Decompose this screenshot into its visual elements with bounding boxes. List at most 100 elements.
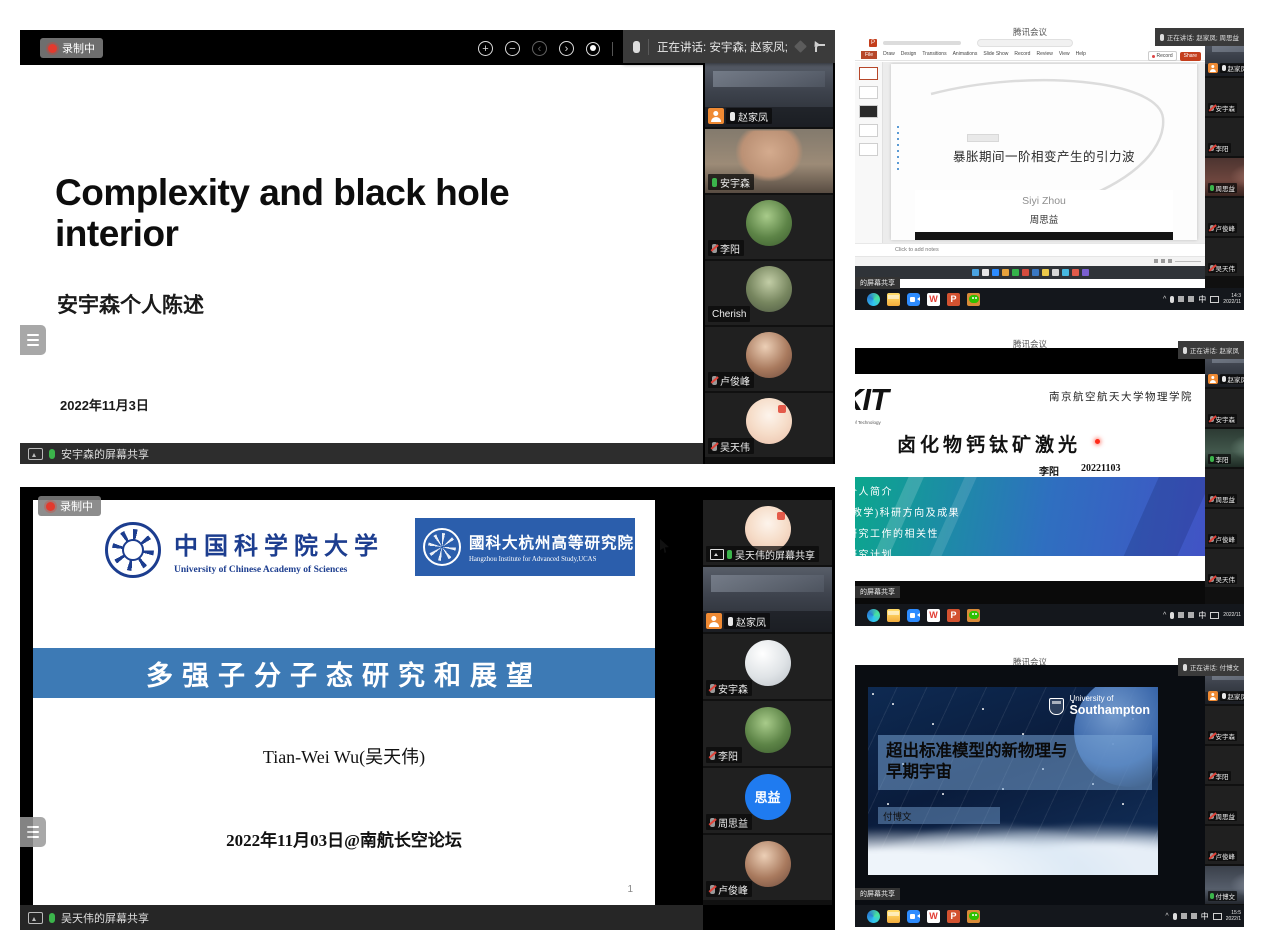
participant-tile[interactable]: 卢俊峰 bbox=[1205, 198, 1244, 236]
next-slide-icon[interactable]: › bbox=[559, 41, 574, 56]
share-button[interactable]: Share bbox=[1180, 52, 1201, 61]
wps-icon[interactable] bbox=[927, 609, 940, 622]
meeting-icon[interactable] bbox=[907, 609, 920, 622]
participant-tile[interactable]: 卢俊峰 bbox=[1205, 826, 1244, 864]
edge-icon[interactable] bbox=[867, 609, 880, 622]
slide-thumbnail[interactable] bbox=[859, 105, 878, 118]
tray-network-icon[interactable] bbox=[1178, 612, 1184, 618]
tray-volume-icon[interactable] bbox=[1188, 612, 1194, 618]
pinned-app-icon[interactable] bbox=[1082, 269, 1089, 276]
slide-thumbnail[interactable] bbox=[859, 124, 878, 137]
participant-tile[interactable]: 安宇森 bbox=[705, 129, 833, 193]
participant-tile[interactable]: 安宇森 bbox=[1205, 706, 1244, 744]
pinned-app-icon[interactable] bbox=[1052, 269, 1059, 276]
tray-mic-icon[interactable] bbox=[1170, 612, 1174, 619]
ime-indicator[interactable]: 中 bbox=[1198, 610, 1206, 621]
tray-mic-icon[interactable] bbox=[1170, 296, 1174, 303]
tray-mic-icon[interactable] bbox=[1173, 913, 1177, 920]
keyboard-icon[interactable] bbox=[1210, 296, 1219, 303]
powerpoint-icon[interactable] bbox=[947, 293, 960, 306]
pinned-app-icon[interactable] bbox=[1012, 269, 1019, 276]
participant-tile[interactable]: 周思益 bbox=[1205, 158, 1244, 196]
powerpoint-icon[interactable] bbox=[947, 910, 960, 923]
slide-thumbnail[interactable] bbox=[859, 86, 878, 99]
participant-tile[interactable]: 吴天伟的屏幕共享 bbox=[703, 500, 832, 565]
participant-tile[interactable]: 李阳 bbox=[703, 701, 832, 766]
pinned-app-icon[interactable] bbox=[1022, 269, 1029, 276]
participant-tile[interactable]: Cherish bbox=[705, 261, 833, 325]
pinned-app-icon[interactable] bbox=[1072, 269, 1079, 276]
participant-tile[interactable]: 李阳 bbox=[1205, 429, 1244, 467]
participant-tile[interactable]: 卢俊峰 bbox=[705, 327, 833, 391]
participant-tile[interactable]: 李阳 bbox=[1205, 746, 1244, 784]
slide-thumbnail[interactable] bbox=[859, 67, 878, 80]
edge-icon[interactable] bbox=[867, 293, 880, 306]
view-icon[interactable] bbox=[1161, 259, 1165, 263]
ime-indicator[interactable]: 中 bbox=[1198, 294, 1206, 305]
powerpoint-icon[interactable] bbox=[947, 609, 960, 622]
ribbon-tab-help[interactable]: Help bbox=[1076, 51, 1086, 59]
pinned-app-icon[interactable] bbox=[1032, 269, 1039, 276]
pinned-app-icon[interactable] bbox=[1002, 269, 1009, 276]
pinned-app-icon[interactable] bbox=[992, 269, 999, 276]
annotation-tool-icon[interactable] bbox=[794, 40, 807, 53]
pinned-app-icon[interactable] bbox=[972, 269, 979, 276]
participant-tile[interactable]: 安宇森 bbox=[1205, 389, 1244, 427]
view-icon[interactable] bbox=[1154, 259, 1158, 263]
keyboard-icon[interactable] bbox=[1213, 913, 1222, 920]
ribbon-tab-slide-show[interactable]: Slide Show bbox=[983, 51, 1008, 59]
ime-indicator[interactable]: 中 bbox=[1201, 911, 1209, 922]
ribbon-tab-design[interactable]: Design bbox=[901, 51, 917, 59]
meeting-icon[interactable] bbox=[907, 293, 920, 306]
undo-arrow-icon[interactable] bbox=[813, 42, 825, 52]
pinned-app-icon[interactable] bbox=[1062, 269, 1069, 276]
meeting-icon[interactable] bbox=[907, 910, 920, 923]
participant-tile[interactable]: 李阳 bbox=[1205, 118, 1244, 156]
wps-icon[interactable] bbox=[927, 910, 940, 923]
tray-volume-icon[interactable] bbox=[1191, 913, 1197, 919]
wechat-icon[interactable] bbox=[967, 910, 980, 923]
wechat-icon[interactable] bbox=[967, 609, 980, 622]
tray-expand-icon[interactable]: ^ bbox=[1163, 296, 1166, 303]
participant-tile[interactable]: 思益周思益 bbox=[703, 768, 832, 833]
participant-tile[interactable]: 吴天伟 bbox=[1205, 238, 1244, 276]
participant-tile[interactable]: 安宇森 bbox=[703, 634, 832, 699]
explorer-icon[interactable] bbox=[887, 609, 900, 622]
ribbon-tab-draw[interactable]: Draw bbox=[883, 51, 895, 59]
participant-tile[interactable]: 付博文 bbox=[1205, 866, 1244, 904]
annotation-handle[interactable] bbox=[20, 325, 46, 355]
participant-tile[interactable]: 吴天伟 bbox=[705, 393, 833, 457]
participant-tile[interactable]: 思益周思益 bbox=[1205, 786, 1244, 824]
tray-network-icon[interactable] bbox=[1178, 296, 1184, 302]
ribbon-tab-animations[interactable]: Animations bbox=[953, 51, 978, 59]
explorer-icon[interactable] bbox=[887, 910, 900, 923]
view-icon[interactable] bbox=[1168, 259, 1172, 263]
participant-tile[interactable]: 安宇森 bbox=[1205, 78, 1244, 116]
explorer-icon[interactable] bbox=[887, 293, 900, 306]
participant-tile[interactable]: 卢俊峰 bbox=[1205, 509, 1244, 547]
clock[interactable]: 2022/11 bbox=[1223, 612, 1241, 618]
participant-tile[interactable]: 赵家凤 bbox=[703, 567, 832, 632]
zoom-out-icon[interactable]: − bbox=[505, 41, 520, 56]
participant-tile[interactable]: 吴天伟 bbox=[1205, 549, 1244, 587]
participant-tile[interactable]: 卢俊峰 bbox=[703, 835, 832, 900]
wps-icon[interactable] bbox=[927, 293, 940, 306]
clock[interactable]: 15:52022/1 bbox=[1226, 910, 1241, 923]
slide-thumbnail[interactable] bbox=[859, 143, 878, 156]
keyboard-icon[interactable] bbox=[1210, 612, 1219, 619]
record-button[interactable]: Record bbox=[1148, 51, 1177, 61]
search-input[interactable] bbox=[977, 39, 1073, 47]
clock[interactable]: 14:32022/11 bbox=[1223, 293, 1241, 306]
tray-expand-icon[interactable]: ^ bbox=[1163, 612, 1166, 619]
ribbon-tab-file[interactable]: File bbox=[861, 51, 877, 59]
tray-network-icon[interactable] bbox=[1181, 913, 1187, 919]
tray-volume-icon[interactable] bbox=[1188, 296, 1194, 302]
pinned-app-icon[interactable] bbox=[1042, 269, 1049, 276]
tray-expand-icon[interactable]: ^ bbox=[1165, 913, 1168, 920]
zoom-slider[interactable] bbox=[1175, 261, 1201, 263]
ribbon-tab-review[interactable]: Review bbox=[1036, 51, 1052, 59]
prev-slide-icon[interactable]: ‹ bbox=[532, 41, 547, 56]
participant-tile[interactable]: 思益周思益 bbox=[1205, 469, 1244, 507]
ribbon-tab-view[interactable]: View bbox=[1059, 51, 1070, 59]
wechat-icon[interactable] bbox=[967, 293, 980, 306]
